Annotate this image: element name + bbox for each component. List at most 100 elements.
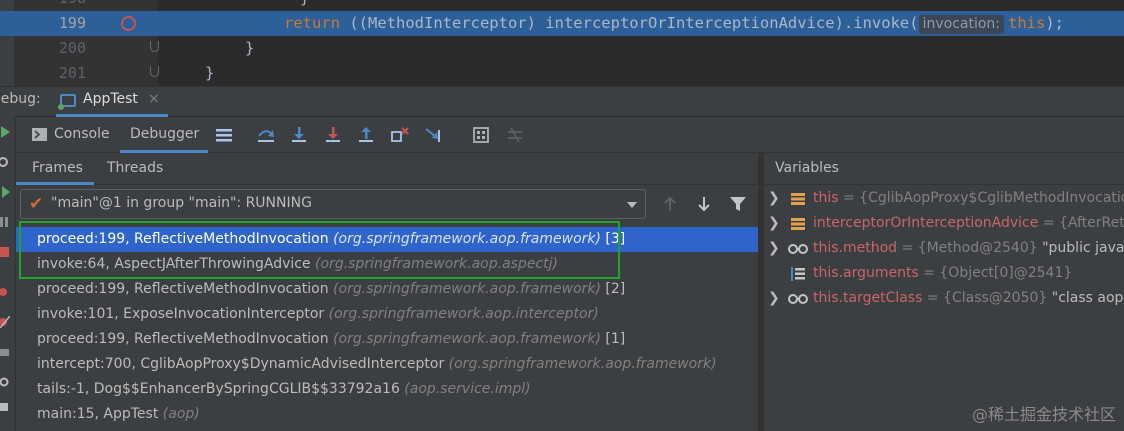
chevron-right-icon[interactable]: ❯ [768, 236, 780, 261]
drop-frame-button[interactable] [390, 125, 410, 145]
chevron-down-icon [627, 202, 637, 208]
frame-row[interactable]: invoke:64, AspectJAfterThrowingAdvice (o… [16, 252, 758, 277]
code-segment: ((MethodInterceptor) interceptorOrInterc… [340, 14, 919, 32]
line-number: 198 [14, 0, 86, 11]
step-out-icon [359, 127, 373, 142]
step-into-button[interactable] [289, 125, 309, 145]
frame-method: proceed:199, ReflectiveMethodInvocation [37, 331, 334, 347]
frame-row[interactable]: proceed:199, ReflectiveMethodInvocation … [16, 277, 758, 302]
variable-name: this = {CglibAopProxy$CglibMethodInvocat… [813, 186, 1124, 211]
variable-string: "public java.lan [1042, 240, 1124, 256]
variables-header: Variables [764, 153, 1124, 185]
force-step-into-button[interactable] [323, 125, 343, 145]
variable-name: this.arguments = {Object[0]@2541} [813, 265, 1073, 281]
frame-row[interactable]: tails:-1, Dog$$EnhancerBySpringCGLIB$$33… [16, 377, 758, 402]
tab-frames[interactable]: Frames [16, 153, 94, 185]
variable-value: = {Method@2540} [897, 240, 1043, 256]
variable-name: this.method = {Method@2540} "public java… [813, 236, 1124, 261]
frame-package: (org.springframework.aop.framework) [333, 331, 601, 347]
frame-package: (org.springframework.aop.framework) [448, 356, 717, 372]
field-icon [791, 193, 805, 205]
variables-list: ❯ this = {CglibAopProxy$CglibMethodInvoc… [764, 185, 1124, 431]
tab-threads[interactable]: Threads [94, 153, 174, 185]
run-to-cursor-icon [425, 128, 440, 142]
frame-method: intercept:700, CglibAopProxy$DynamicAdvi… [37, 356, 449, 372]
variable-row[interactable]: this.arguments = {Object[0]@2541} [764, 261, 1124, 286]
code-this: this [1008, 14, 1046, 32]
frame-method: proceed:199, ReflectiveMethodInvocation [37, 231, 334, 247]
running-indicator-icon [58, 104, 64, 110]
variables-title: Variables [775, 160, 839, 176]
code-line: 201 } [0, 61, 1124, 86]
arrow-up-icon [664, 196, 676, 211]
debug-toolbar: Console Debugger [16, 117, 1124, 153]
step-over-button[interactable] [256, 125, 276, 145]
frame-method: main:15, AppTest [37, 406, 163, 422]
breakpoint-icon[interactable] [121, 16, 136, 31]
frame-row[interactable]: proceed:199, ReflectiveMethodInvocation … [16, 327, 758, 352]
frame-row[interactable]: main:15, AppTest (aop) [16, 402, 758, 427]
stop-icon[interactable] [0, 246, 10, 258]
tab-debugger[interactable]: Debugger [120, 117, 208, 153]
check-icon: ✔ [29, 194, 44, 214]
frame-row[interactable]: proceed:199, ReflectiveMethodInvocation … [16, 227, 758, 252]
frame-package: (org.springframework.aop.framework) [333, 281, 601, 297]
run-to-cursor-button[interactable] [424, 125, 444, 145]
variable-row[interactable]: ❯ this.method = {Method@2540} "public ja… [764, 236, 1124, 261]
step-into-icon [292, 127, 306, 142]
view-breakpoints-icon[interactable] [0, 286, 10, 298]
fold-marker-icon[interactable] [150, 66, 159, 77]
debug-side-rail [0, 116, 16, 431]
watch-icon [788, 294, 808, 304]
trace-stream-button [505, 125, 525, 145]
frame-row[interactable]: invoke:101, ExposeInvocationInterceptor … [16, 302, 758, 327]
chevron-right-icon[interactable]: ❯ [768, 211, 780, 236]
run-config-tab[interactable]: AppTest × [56, 87, 168, 117]
frames-list: proceed:199, ReflectiveMethodInvocation … [16, 225, 758, 431]
frame-package: (org.springframework.aop.framework) [333, 231, 601, 247]
thread-dropdown[interactable]: ✔ "main"@1 in group "main": RUNNING [20, 189, 646, 219]
filter-icon [730, 197, 746, 211]
mute-breakpoints-icon[interactable] [0, 316, 10, 328]
variable-row[interactable]: ❯ interceptorOrInterceptionAdvice = {Aft… [764, 211, 1124, 236]
force-step-into-icon [326, 127, 340, 142]
variable-name: this.targetClass = {Class@2050} "class a… [813, 286, 1124, 311]
resume-icon[interactable] [0, 126, 10, 138]
code-editor[interactable]: 198 } 199 return ((MethodInterceptor) in… [0, 0, 1124, 86]
next-frame-button[interactable] [693, 193, 715, 215]
settings-icon[interactable] [0, 376, 10, 388]
chevron-right-icon[interactable]: ❯ [768, 286, 780, 311]
variable-row[interactable]: ❯ this.targetClass = {Class@2050} "class… [764, 286, 1124, 311]
filter-frames-button[interactable] [727, 193, 749, 215]
frame-package: (org.springframework.aop.interceptor) [328, 306, 599, 322]
arrow-down-icon [698, 197, 710, 212]
frame-package: (org.springframework.aop.aspectj) [315, 256, 558, 272]
close-icon[interactable]: × [148, 91, 160, 107]
camera-icon[interactable] [0, 346, 10, 358]
step-out-button[interactable] [356, 125, 376, 145]
chevron-right-icon[interactable]: ❯ [768, 186, 780, 211]
run-config-title: AppTest [83, 91, 138, 107]
code-line: 198 } [0, 0, 1124, 11]
code-text: } [245, 39, 255, 57]
rerun-icon[interactable] [0, 156, 10, 168]
resume-program-icon[interactable] [0, 186, 10, 198]
fold-marker-icon[interactable] [150, 41, 159, 52]
previous-frame-button[interactable] [659, 193, 681, 215]
frame-method: invoke:101, ExposeInvocationInterceptor [37, 306, 329, 322]
code-text: } [205, 64, 215, 82]
pause-icon[interactable] [0, 216, 10, 228]
frame-row[interactable]: intercept:700, CglibAopProxy$DynamicAdvi… [16, 352, 758, 377]
evaluate-expression-button[interactable] [471, 125, 491, 145]
code-end: ); [1045, 14, 1065, 32]
show-execution-point-button[interactable] [214, 125, 234, 145]
pin-icon[interactable] [0, 401, 10, 413]
frame-index: [2] [600, 281, 626, 297]
console-icon [32, 128, 47, 141]
line-number: 200 [58, 39, 86, 57]
variable-string: "class aop.servi [1051, 290, 1124, 306]
array-icon [791, 267, 805, 281]
variable-name: interceptorOrInterceptionAdvice = {After… [813, 211, 1124, 236]
keyword: return [284, 14, 340, 32]
variable-row[interactable]: ❯ this = {CglibAopProxy$CglibMethodInvoc… [764, 186, 1124, 211]
